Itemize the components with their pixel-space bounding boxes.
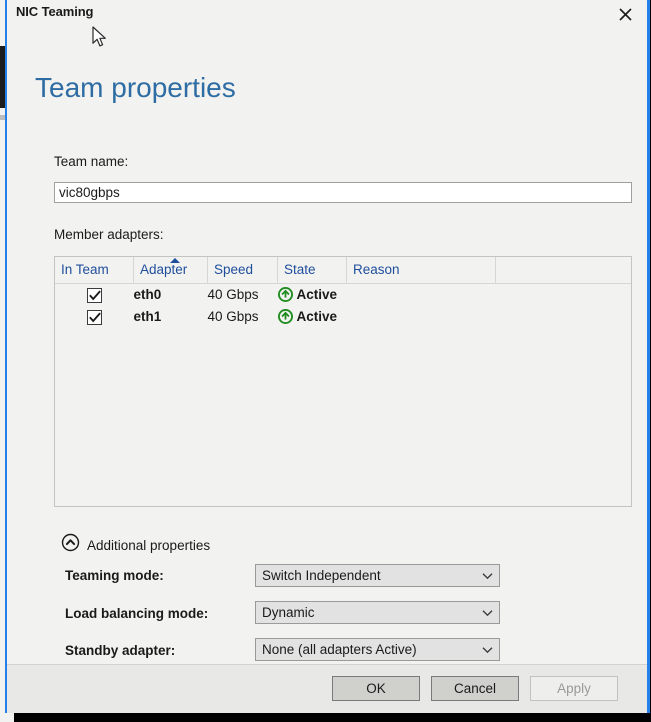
checkmark-icon xyxy=(88,290,101,301)
column-header-adapter[interactable]: Adapter xyxy=(133,257,208,284)
dialog-body: Team properties Team name: Member adapte… xyxy=(7,28,647,664)
load-balancing-mode-select[interactable]: Dynamic xyxy=(255,601,500,624)
teaming-mode-label: Teaming mode: xyxy=(65,568,164,583)
chevron-up-circle-icon xyxy=(61,533,80,557)
column-header-adapter-label: Adapter xyxy=(140,262,188,277)
window-title: NIC Teaming xyxy=(16,4,94,19)
adapter-state-cell: Active xyxy=(277,284,347,306)
in-team-checkbox[interactable] xyxy=(86,309,102,325)
close-button[interactable] xyxy=(603,0,647,28)
column-header-spacer xyxy=(495,257,631,284)
team-name-input[interactable] xyxy=(54,182,632,203)
apply-button[interactable]: Apply xyxy=(530,676,618,701)
in-team-checkbox[interactable] xyxy=(86,287,102,303)
column-header-reason[interactable]: Reason xyxy=(346,257,496,284)
table-row[interactable]: eth0 40 Gbps Active xyxy=(55,284,631,306)
adapter-reason-cell xyxy=(347,284,496,306)
chevron-down-icon xyxy=(482,568,493,583)
adapter-name-cell: eth1 xyxy=(133,309,162,325)
dialog-footer: OK Cancel Apply xyxy=(7,664,647,713)
team-name-label: Team name: xyxy=(54,154,129,169)
member-adapters-table-body: eth0 40 Gbps Active eth1 40 Gbps Active xyxy=(55,284,631,328)
member-adapters-table: In Team Adapter Speed State Reason eth0 … xyxy=(55,257,631,328)
load-balancing-mode-label: Load balancing mode: xyxy=(65,606,209,621)
chevron-down-icon xyxy=(482,605,493,620)
standby-adapter-select[interactable]: None (all adapters Active) xyxy=(255,638,500,661)
adapter-speed-cell: 40 Gbps xyxy=(207,287,259,303)
close-icon xyxy=(618,7,633,22)
teaming-mode-select[interactable]: Switch Independent xyxy=(255,564,500,587)
standby-adapter-value: None (all adapters Active) xyxy=(262,642,417,657)
adapter-reason-cell xyxy=(347,306,496,328)
teaming-mode-value: Switch Independent xyxy=(262,568,381,583)
column-header-in-team[interactable]: In Team xyxy=(55,257,134,284)
additional-properties-toggle[interactable]: Additional properties xyxy=(61,533,210,557)
in-team-cell xyxy=(55,306,134,328)
load-balancing-mode-value: Dynamic xyxy=(262,605,315,620)
arrow-up-circle-icon xyxy=(277,309,293,325)
member-adapters-panel: In Team Adapter Speed State Reason eth0 … xyxy=(54,256,632,507)
sort-ascending-icon xyxy=(170,258,180,263)
adapter-state-label: Active xyxy=(296,287,338,303)
arrow-up-circle-icon xyxy=(277,287,293,303)
adapter-speed-cell: 40 Gbps xyxy=(207,309,259,325)
adapter-state-label: Active xyxy=(296,309,338,325)
column-header-speed[interactable]: Speed xyxy=(207,257,278,284)
row-spacer-cell xyxy=(496,284,632,306)
ok-button[interactable]: OK xyxy=(332,676,420,701)
adapter-name-cell: eth0 xyxy=(133,287,162,303)
table-header-row: In Team Adapter Speed State Reason xyxy=(55,257,631,284)
chevron-down-icon xyxy=(482,642,493,657)
adapter-state-cell: Active xyxy=(277,306,347,328)
nic-teaming-dialog: NIC Teaming Team properties Team name: M… xyxy=(5,0,650,713)
column-header-state[interactable]: State xyxy=(277,257,347,284)
standby-adapter-label: Standby adapter: xyxy=(65,643,176,658)
row-spacer-cell xyxy=(496,306,632,328)
cancel-button[interactable]: Cancel xyxy=(431,676,519,701)
in-team-cell xyxy=(55,284,134,306)
checkmark-icon xyxy=(88,312,101,323)
dialog-title-bar: NIC Teaming xyxy=(7,0,647,28)
additional-properties-label: Additional properties xyxy=(87,537,211,553)
page-title: Team properties xyxy=(35,72,236,103)
table-row[interactable]: eth1 40 Gbps Active xyxy=(55,306,631,328)
member-adapters-label: Member adapters: xyxy=(54,227,164,242)
